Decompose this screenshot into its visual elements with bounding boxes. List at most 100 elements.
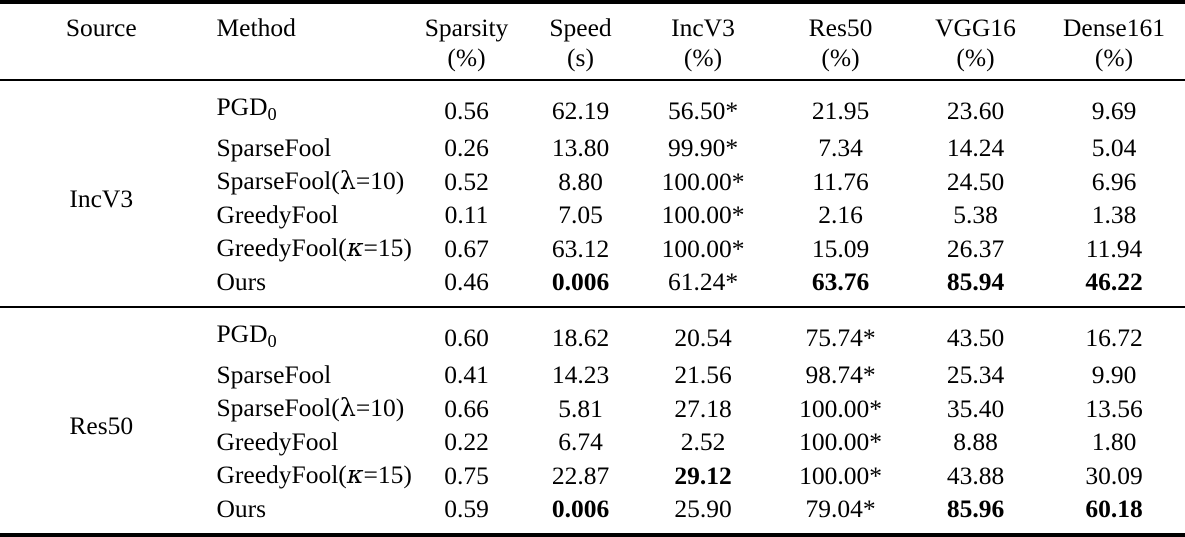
cell-speed: 8.80 (558, 166, 603, 196)
cell-dense161: 30.09 (1085, 460, 1143, 490)
header-row: Source Method Sparsity (%) Speed (s) Inc… (0, 4, 1185, 80)
cell-vgg16: 43.88 (946, 460, 1005, 490)
method-label: GreedyFool(κ=15) (216, 460, 412, 491)
cell-vgg16: 35.40 (946, 393, 1005, 423)
method-subscript: 0 (267, 104, 277, 125)
cell-dense161: 9.69 (1091, 96, 1137, 126)
column-header-speed-unit: (s) (567, 42, 594, 72)
cell-vgg16: 85.96 (946, 494, 1005, 524)
column-header-vgg16-label: VGG16 (935, 13, 1016, 42)
column-header-incv3-label: IncV3 (671, 13, 735, 42)
source-label: Res50 (69, 410, 134, 440)
cell-vgg16: 8.88 (953, 427, 998, 457)
column-header-dense161-unit: (%) (1094, 42, 1134, 72)
column-header-sparsity: Sparsity (%) (405, 4, 528, 80)
cell-incv3: 56.50* (667, 96, 739, 126)
greek-symbol: κ (346, 233, 364, 264)
cell-vgg16: 25.34 (946, 360, 1005, 390)
cell-speed: 6.74 (558, 427, 603, 457)
cell-dense161: 60.18 (1085, 494, 1143, 524)
column-header-dense161: Dense161 (%) (1043, 4, 1185, 80)
cell-res50: 79.04* (805, 494, 876, 524)
cell-res50: 11.76 (812, 166, 869, 196)
column-header-sparsity-unit: (%) (447, 42, 486, 72)
method-label: Ours (216, 267, 267, 297)
cell-incv3: 20.54 (674, 323, 732, 353)
cell-res50: 75.74* (805, 323, 876, 353)
cell-dense161: 1.38 (1091, 200, 1137, 230)
column-header-source-label: Source (65, 13, 137, 42)
cell-dense161: 46.22 (1085, 267, 1143, 297)
cell-res50: 15.09 (811, 233, 870, 263)
cell-incv3: 27.18 (674, 393, 732, 423)
column-header-incv3-unit: (%) (683, 42, 723, 72)
cell-vgg16: 43.50 (946, 323, 1005, 353)
cell-incv3: 25.90 (674, 494, 732, 524)
cell-incv3: 100.00* (661, 166, 745, 196)
column-header-sparsity-label: Sparsity (424, 13, 509, 42)
cell-sparsity: 0.66 (444, 393, 489, 423)
results-table-container: Source Method Sparsity (%) Speed (s) Inc… (0, 0, 1185, 537)
cell-speed: 5.81 (558, 393, 603, 423)
method-label: Ours (216, 494, 267, 524)
cell-dense161: 16.72 (1085, 323, 1143, 353)
method-label: SparseFool (216, 133, 332, 163)
cell-sparsity: 0.56 (444, 96, 489, 126)
column-header-res50: Res50 (%) (773, 4, 908, 80)
cell-incv3: 61.24* (667, 267, 739, 297)
method-label: GreedyFool(κ=15) (216, 233, 412, 264)
cell-res50: 98.74* (805, 360, 876, 390)
column-header-method: Method (203, 4, 406, 80)
cell-dense161: 6.96 (1091, 166, 1137, 196)
cell-incv3: 2.52 (680, 427, 726, 457)
cell-res50: 2.16 (818, 200, 863, 230)
method-label: SparseFool(λ=10) (216, 166, 405, 197)
source-label: IncV3 (69, 183, 134, 213)
table-body: IncV3 PGD0 0.56 62.19 56.50* 21.95 23.60 9.69 Sp… (0, 81, 1185, 535)
cell-speed: 0.006 (551, 267, 610, 297)
column-header-speed-label: Speed (549, 13, 612, 42)
column-header-res50-unit: (%) (821, 42, 860, 72)
cell-res50: 7.34 (818, 133, 863, 163)
method-label: SparseFool(λ=10) (216, 393, 405, 424)
method-label: GreedyFool (216, 200, 339, 230)
cell-speed: 7.05 (558, 200, 603, 230)
cell-incv3: 29.12 (674, 460, 732, 490)
method-label: SparseFool (216, 360, 332, 390)
cell-vgg16: 14.24 (946, 133, 1005, 163)
cell-dense161: 13.56 (1085, 393, 1143, 423)
table-header: Source Method Sparsity (%) Speed (s) Inc… (0, 0, 1185, 82)
column-header-incv3: IncV3 (%) (633, 4, 773, 80)
cell-speed: 22.87 (551, 460, 610, 490)
cell-speed: 62.19 (551, 96, 610, 126)
column-header-dense161-label: Dense161 (1063, 13, 1165, 42)
table-row: IncV3 PGD0 0.56 62.19 56.50* 21.95 23.60 9.69 (0, 81, 1185, 213)
cell-dense161: 11.94 (1085, 233, 1143, 263)
method-label: PGD0 (216, 319, 277, 352)
cell-sparsity: 0.22 (444, 427, 489, 457)
cell-sparsity: 0.52 (444, 166, 489, 196)
cell-sparsity: 0.26 (444, 133, 489, 163)
cell-dense161: 9.90 (1091, 360, 1137, 390)
results-table: Source Method Sparsity (%) Speed (s) Inc… (0, 0, 1185, 537)
column-header-res50-label: Res50 (808, 13, 873, 42)
cell-speed: 14.23 (551, 360, 610, 390)
column-header-source: Source (0, 4, 203, 80)
cell-vgg16: 85.94 (946, 267, 1005, 297)
cell-sparsity: 0.75 (444, 460, 489, 490)
cell-sparsity: 0.46 (444, 267, 489, 297)
cell-incv3: 99.90* (667, 133, 739, 163)
cell-res50: 100.00* (799, 427, 882, 457)
cell-sparsity: 0.60 (444, 323, 489, 353)
cell-vgg16: 5.38 (953, 200, 998, 230)
cell-speed: 13.80 (551, 133, 610, 163)
cell-sparsity: 0.67 (444, 233, 489, 263)
cell-speed: 18.62 (551, 323, 610, 353)
column-header-vgg16-unit: (%) (956, 42, 995, 72)
cell-res50: 21.95 (811, 96, 870, 126)
column-header-vgg16: VGG16 (%) (908, 4, 1043, 80)
cell-dense161: 1.80 (1091, 427, 1137, 457)
cell-vgg16: 26.37 (946, 233, 1005, 263)
table-row: Res50 PGD0 0.60 18.62 20.54 75.74* 43.50 16.72 (0, 308, 1185, 440)
greek-symbol: λ (339, 393, 356, 424)
